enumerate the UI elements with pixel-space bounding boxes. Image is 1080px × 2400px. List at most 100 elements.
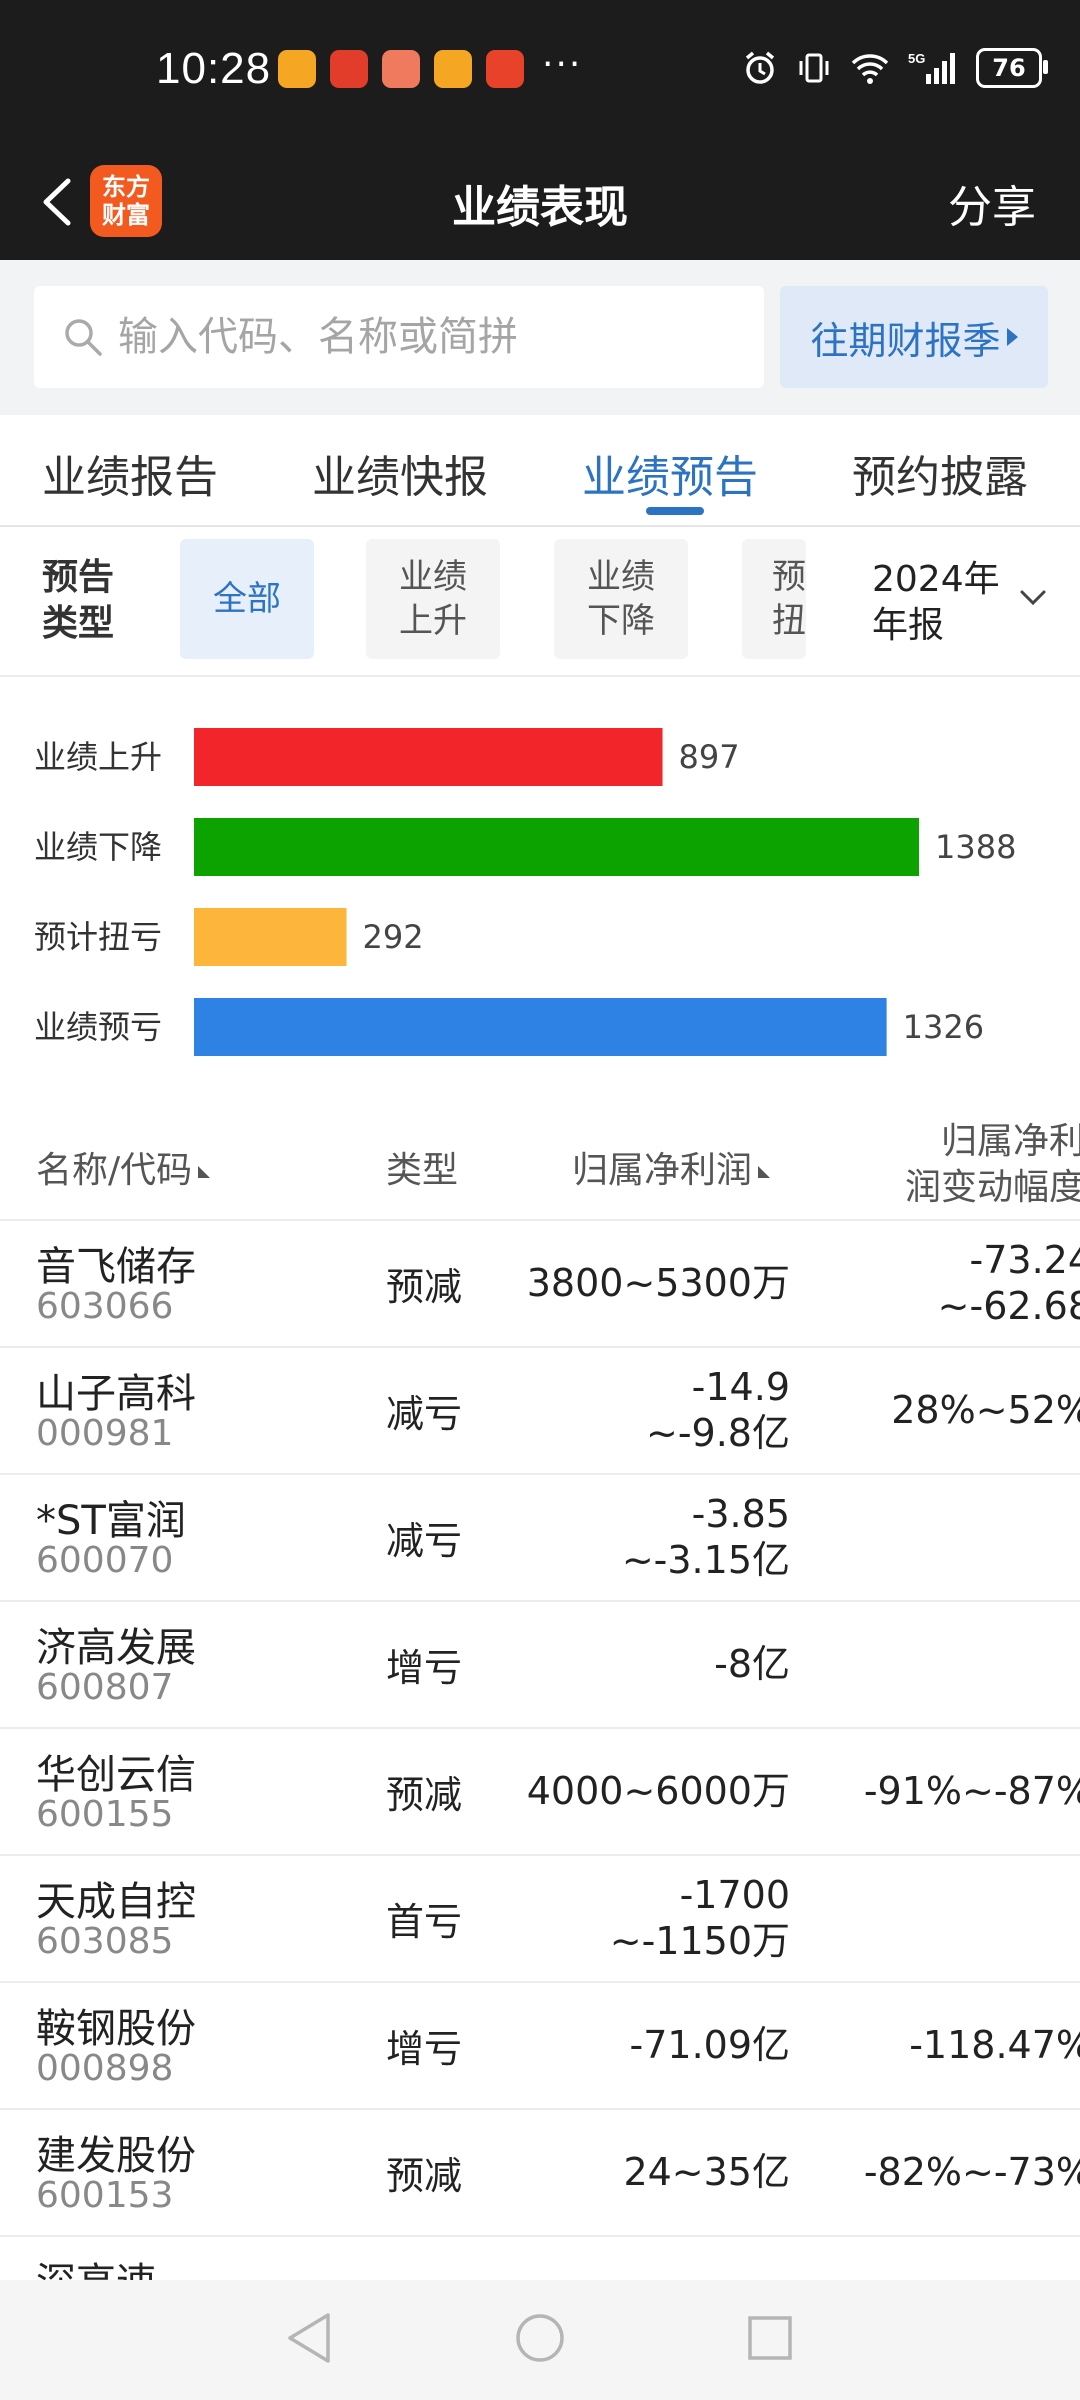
chevron-down-icon[interactable] [1018,583,1048,613]
table-row[interactable]: 鞍钢股份 000898 增亏 -71.09亿 -118.47% [0,1982,1080,2110]
bar [194,998,887,1056]
tab-scheduled-disclosure[interactable]: 预约披露 [852,441,1028,505]
share-button[interactable]: 分享 [948,171,1036,235]
gift-app-icon [486,50,524,88]
net-profit-line: 3800~5300万 [526,1261,790,1305]
more-notifications-icon: ··· [542,44,583,85]
tab-performance-forecast[interactable]: 业绩预告 [582,441,758,505]
title-bar: 东方 财富 业绩表现 分享 [0,145,1080,260]
net-profit-line: -3.85 [691,1492,790,1536]
bar-category-label: 预计扭亏 [34,918,162,956]
page-title: 业绩表现 [452,182,628,233]
net-profit: 4000~6000万 [527,1728,790,1854]
forecast-type: 减亏 [386,1391,463,1436]
net-profit: 24~35亿 [623,2109,790,2235]
status-bar: 10:28 ··· 5G 76 [0,0,1080,145]
profit-change: - [780,1601,1080,1727]
stock-code: 600155 [36,1794,174,1835]
stock-name: 华创云信 [36,1752,196,1798]
header-name-code[interactable]: 名称/代码 [36,1141,211,1193]
profit-change-line: -91%~-87% [863,1769,1080,1813]
profit-change [780,2236,1080,2280]
forecast-type: 首亏 [386,1899,463,1944]
chip-all[interactable]: 全部 [180,539,314,659]
table-row[interactable]: 济高发展600807 增亏 -8亿- [0,1601,1080,1729]
header-net-profit[interactable]: 归属净利润 [572,1141,771,1193]
period-line1: 2024年 [872,559,1000,600]
header-profit-change[interactable]: 归属净利 润变动幅度 [885,1119,1080,1211]
table-row[interactable]: 音飞储存 603066 预减 3800~5300万 -73.24 ~-62.68 [0,1220,1080,1348]
profit-change: - [780,1474,1080,1600]
profit-change: -73.24 ~-62.68 [780,1220,1080,1346]
chip-all-label: 全部 [213,579,281,619]
filter-label-line1: 预告 [42,557,115,598]
nav-recents-icon[interactable] [746,2314,794,2362]
nav-back-icon[interactable] [284,2310,334,2366]
chip-turnaround[interactable]: 预计扭亏 [742,539,806,659]
chip-turnaround-line1: 预计 [772,557,806,597]
weibo-icon [278,50,316,88]
chip-performance-up[interactable]: 业绩 上升 [366,539,500,659]
profit-change-line: ~-62.68 [937,1284,1080,1328]
table-row[interactable]: 深高速600548预减11.64 [0,2236,1080,2280]
forecast-type: 预减 [386,1264,463,1309]
clock: 10:28 [156,44,272,93]
stock-name: 天成自控 [36,1879,196,1925]
net-profit-line: ~-9.8亿 [646,1411,790,1455]
profit-change-line: -73.24 [969,1238,1080,1282]
chip-down-line1: 业绩 [587,557,655,597]
bar-value-label: 292 [363,918,424,956]
stock-code: 600070 [36,1540,174,1581]
bar-value-label: 897 [679,738,740,776]
table-row[interactable]: 山子高科 000981 减亏 -14.9 ~-9.8亿 28%~52% [0,1347,1080,1475]
stock-code: 603085 [36,1921,174,1962]
profit-change: -118.47% [780,1982,1080,2108]
table-row[interactable]: *ST富润600070 减亏 -3.85~-3.15亿- [0,1474,1080,1602]
chip-down-line2: 下降 [587,601,655,641]
chip-up-line1: 业绩 [399,557,467,597]
profit-change: 28%~52% [780,1347,1080,1473]
net-profit-line: ~-1150万 [609,1919,790,1963]
search-icon [65,319,102,356]
stock-name: 山子高科 [36,1371,196,1417]
net-profit: -1700 ~-1150万 [610,1855,790,1981]
forecast-type: 预减 [386,1772,463,1817]
forecast-type-bar-chart: 业绩上升 897 业绩下降 1388 预计扭亏 292 业绩预亏 1326 [34,728,1016,1056]
net-profit-line: -71.09亿 [629,2023,791,2067]
stock-code: 603066 [36,1286,174,1327]
search-input[interactable] [116,306,740,368]
stock-name: 深高速 [36,2250,156,2280]
tab-performance-report[interactable]: 业绩报告 [42,441,218,505]
tab-performance-express[interactable]: 业绩快报 [312,441,488,505]
stock-code: 600153 [36,2175,174,2216]
report-period-selector[interactable]: 2024年 年报 [872,557,1000,649]
past-season-button[interactable]: 往期财报季 [780,286,1048,388]
bar-category-label: 业绩上升 [34,738,162,776]
bar-category-label: 业绩下降 [34,828,162,866]
vibrate-icon [799,53,829,83]
sort-icon [198,1166,211,1178]
svg-text:5G: 5G [908,51,925,66]
stock-code: 600807 [36,1667,174,1708]
net-profit-line: ~-3.15亿 [621,1538,790,1582]
net-profit-line: 4000~6000万 [526,1769,790,1813]
battery-indicator: 76 [976,48,1048,88]
wifi-icon [851,54,889,84]
chip-up-line2: 上升 [399,601,467,641]
chip-performance-down[interactable]: 业绩 下降 [554,539,688,659]
nav-home-icon[interactable] [514,2312,566,2364]
search-box[interactable] [34,286,764,388]
stock-name: 济高发展 [36,1625,196,1671]
stock-name: 音飞储存 [36,1244,196,1290]
past-season-label: 往期财报季 [810,318,1001,363]
net-profit: 3800~5300万 [527,1220,790,1346]
net-profit: 11.64 [681,2236,790,2280]
net-profit: -8亿 [714,1601,790,1727]
table-row[interactable]: 华创云信 600155 预减 4000~6000万 -91%~-87% [0,1728,1080,1856]
table-row[interactable]: 天成自控603085 首亏 -1700~-1150万- [0,1855,1080,1983]
table-row[interactable]: 建发股份 600153 预减 24~35亿 -82%~-73% [0,2109,1080,2237]
system-nav-bar [0,2280,1080,2400]
calendar-app-icon [330,50,368,88]
table-header: 名称/代码 类型 归属净利润 归属净利 润变动幅度 [0,1105,1080,1221]
bar-value-label: 1326 [903,1008,984,1046]
